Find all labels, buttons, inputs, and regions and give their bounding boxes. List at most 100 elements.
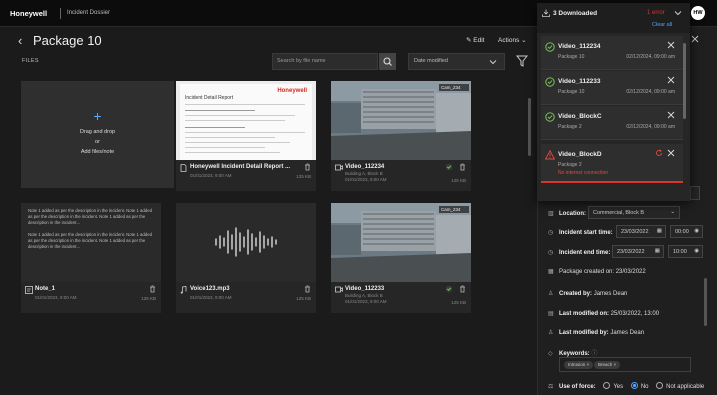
file-name[interactable]: Note_1 — [35, 286, 55, 292]
file-date: 01/01/2023, 9:00 AM — [345, 177, 387, 182]
sort-dropdown[interactable]: Date modified — [408, 53, 505, 70]
calendar-icon[interactable]: ▦ — [655, 248, 660, 254]
download-item-error[interactable]: Video_BlockD Package 2 No internet conne… — [541, 144, 683, 183]
file-size: 125 KB — [451, 178, 466, 183]
clock-picker-icon[interactable]: ◉ — [694, 248, 699, 254]
video-icon — [335, 286, 343, 293]
app-title: Incident Dossier — [67, 10, 111, 16]
download-date: 02/12/2024, 09:00 am — [626, 124, 675, 130]
success-check-icon — [545, 42, 555, 52]
clock-picker-icon[interactable]: ◉ — [694, 228, 699, 234]
filter-icon[interactable] — [515, 54, 529, 68]
location-row: ▥ Location: — [548, 210, 586, 217]
search-placeholder: Search by file name — [277, 58, 326, 64]
audio-thumbnail — [176, 203, 316, 282]
upload-line-3[interactable]: Add files/note — [21, 149, 174, 155]
actions-menu-button[interactable]: Actions ⌄ — [498, 36, 527, 44]
search-input[interactable]: Search by file name — [272, 53, 378, 70]
start-date-input[interactable]: 23/03/2022 ▦ — [616, 225, 666, 238]
collapsed-field — [690, 186, 700, 200]
close-icon[interactable] — [667, 149, 675, 157]
file-card[interactable]: Voice123.mp3 01/01/2023, 9:00 AM 125 KB — [176, 203, 316, 313]
file-name[interactable]: Honeywell Incident Detail Report ... — [190, 164, 290, 170]
package-created-row: ▦ Package created on: 23/03/2022 — [548, 268, 646, 275]
last-modified-by-label: Last modified by: — [559, 330, 609, 336]
chevron-down-icon[interactable] — [673, 8, 683, 18]
avatar[interactable]: HW — [691, 6, 705, 20]
note-thumbnail: Note 1 added as per the description in t… — [21, 203, 161, 282]
add-icon: + — [93, 108, 102, 124]
document-title: Incident Detail Report — [185, 95, 234, 101]
brand-logo[interactable]: Honeywell — [10, 9, 47, 18]
download-package: Package 10 — [558, 89, 585, 95]
downloads-scrollbar[interactable] — [683, 43, 686, 119]
close-icon[interactable] — [667, 41, 675, 49]
file-name[interactable]: Voice123.mp3 — [190, 286, 230, 292]
delete-icon[interactable] — [304, 163, 311, 171]
end-time-label: Incident end time: — [559, 250, 611, 256]
file-card[interactable]: Cam_234 Video_112233 Building A, Block B… — [331, 203, 471, 313]
file-card[interactable]: Cam_234 Video_112234 Building A, Block B… — [331, 81, 471, 191]
file-date: 01/01/2023, 9:00 AM — [345, 299, 387, 304]
calendar-icon[interactable]: ▦ — [657, 228, 662, 234]
file-name[interactable]: Video_112234 — [345, 164, 384, 170]
file-size: 125 KB — [141, 296, 156, 301]
note-paragraph: Note 1 added as per the description in t… — [28, 208, 152, 226]
delete-icon[interactable] — [149, 285, 156, 293]
download-item[interactable]: Video_112234 Package 10 02/12/2024, 09:0… — [541, 36, 683, 70]
tag-icon: ◇ — [548, 351, 553, 357]
search-button[interactable] — [379, 53, 396, 70]
radio-not-applicable[interactable] — [656, 382, 664, 389]
video-frame: Cam_234 — [331, 203, 471, 282]
end-time-row: ◷ Incident end time: — [548, 249, 610, 256]
error-progress-bar — [541, 181, 683, 183]
chevron-down-icon: ⌄ — [670, 209, 675, 215]
file-date: 01/01/2023, 9:00 AM — [190, 295, 232, 300]
keywords-input[interactable]: Intrusion × Breach × — [559, 357, 691, 372]
delete-icon[interactable] — [459, 163, 466, 171]
audio-icon — [180, 286, 187, 294]
file-name[interactable]: Video_112233 — [345, 286, 384, 292]
download-item[interactable]: Video_112233 Package 10 02/12/2024, 09:0… — [541, 71, 683, 105]
radio-yes-label: Yes — [613, 384, 624, 390]
start-time: 00:00 — [675, 229, 689, 235]
upload-line-2: or — [95, 139, 100, 145]
downloads-title: 3 Downloaded — [553, 10, 598, 17]
keyword-chip[interactable]: Breach × — [594, 361, 621, 369]
clear-all-link[interactable]: Clear all — [652, 22, 672, 28]
radio-no[interactable] — [630, 382, 638, 389]
edit-button[interactable]: ✎ Edit — [466, 36, 484, 44]
keyword-chip[interactable]: Intrusion × — [564, 361, 594, 369]
created-by-value: James Dean — [593, 291, 628, 297]
close-icon[interactable] — [667, 111, 675, 119]
start-date: 23/03/2022 — [621, 229, 649, 235]
radio-yes[interactable] — [603, 382, 611, 389]
retry-icon[interactable] — [655, 149, 663, 157]
start-time-input[interactable]: 00:00 ◉ — [670, 225, 703, 238]
start-time-label: Incident start time: — [559, 230, 613, 236]
card-footer: Honeywell Incident Detail Report ... 01/… — [176, 160, 316, 191]
location-select[interactable]: Commercial, Block B ⌄ — [588, 206, 680, 219]
upload-dropzone[interactable]: + Drag and drop or Add files/note — [21, 81, 174, 188]
last-modified-on-value: 25/03/2022, 13:00 — [610, 311, 660, 317]
close-icon[interactable] — [690, 34, 700, 44]
details-scrollbar[interactable] — [704, 278, 707, 326]
download-item[interactable]: Video_BlockC Package 2 02/12/2024, 09:00… — [541, 106, 683, 140]
file-card[interactable]: Note 1 added as per the description in t… — [21, 203, 161, 313]
end-time-input[interactable]: 10:00 ◉ — [668, 245, 703, 258]
file-size: 125 KB — [451, 300, 466, 305]
back-chevron-icon[interactable]: ‹ — [18, 33, 22, 48]
end-date: 23/03/2022 — [617, 249, 645, 255]
downloaded-check-icon — [445, 285, 453, 293]
brand-divider — [60, 8, 61, 19]
files-scrollbar[interactable] — [528, 98, 531, 156]
close-icon[interactable] — [667, 76, 675, 84]
delete-icon[interactable] — [304, 285, 311, 293]
file-card[interactable]: Honeywell Incident Detail Report Honeywe… — [176, 81, 316, 191]
end-time: 10:00 — [673, 249, 687, 255]
end-date-input[interactable]: 23/03/2022 ▦ — [612, 245, 664, 258]
clock-icon: ◷ — [548, 230, 554, 236]
card-footer: Voice123.mp3 01/01/2023, 9:00 AM 125 KB — [176, 282, 316, 313]
delete-icon[interactable] — [459, 285, 466, 293]
scale-icon: ⚖ — [548, 384, 554, 390]
